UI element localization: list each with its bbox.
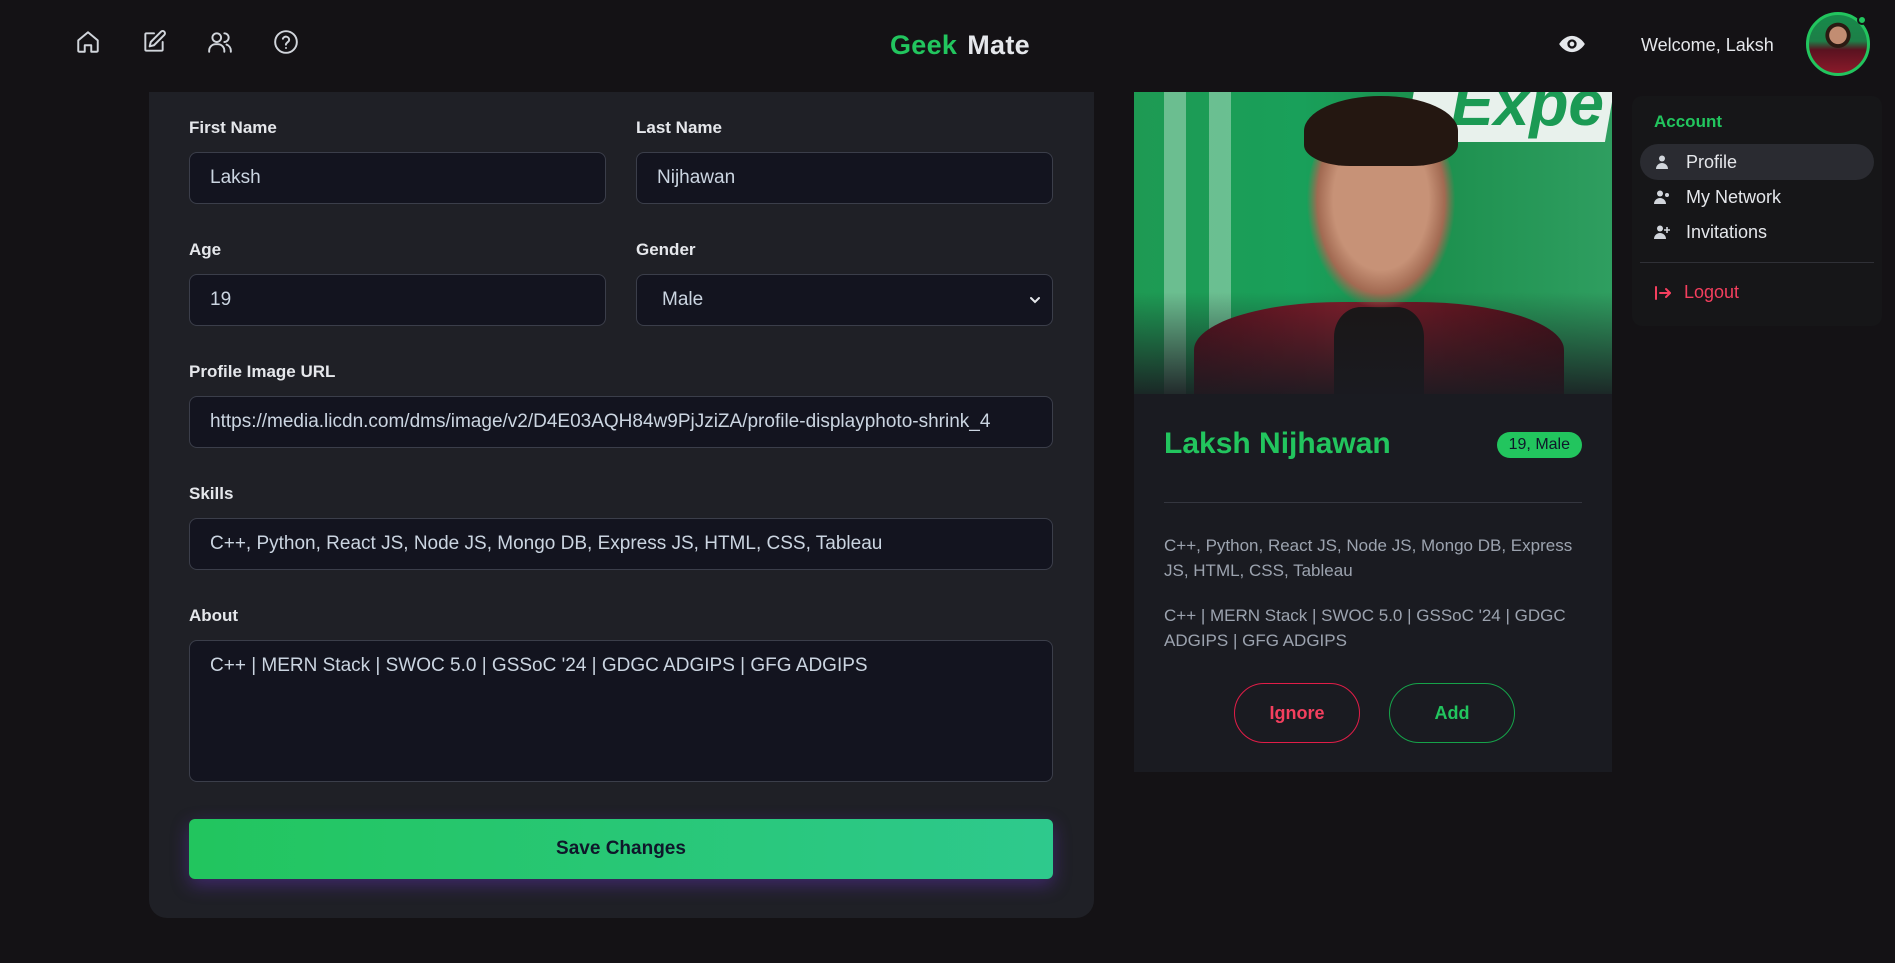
- dropdown-title: Account: [1654, 112, 1722, 131]
- last-name-input[interactable]: Nijhawan: [636, 152, 1053, 204]
- user-plus-icon: [1654, 225, 1670, 239]
- menu-item-profile[interactable]: Profile: [1640, 144, 1874, 180]
- age-label: Age: [189, 240, 222, 259]
- first-name-label: First Name: [189, 118, 277, 137]
- about-label: About: [189, 606, 239, 625]
- menu-item-label: Profile: [1686, 151, 1738, 172]
- skills-input[interactable]: C++, Python, React JS, Node JS, Mongo DB…: [189, 518, 1053, 570]
- profile-preview-card: Expe Laksh Nijhawan 19, Male C++, Python…: [1134, 92, 1612, 772]
- photo-gradient-fade: [1134, 292, 1612, 394]
- preview-about: C++ | MERN Stack | SWOC 5.0 | GSSoC '24 …: [1164, 606, 1566, 650]
- account-dropdown: Account Profile My Network Invitations L…: [1632, 96, 1882, 326]
- profile-image-url-input[interactable]: https://media.licdn.com/dms/image/v2/D4E…: [189, 396, 1053, 448]
- logout-label: Logout: [1684, 282, 1740, 302]
- gender-selected-value: Male: [662, 289, 704, 310]
- top-navbar: Geek Mate Welcome, Laksh: [0, 0, 1895, 92]
- edit-profile-form: First Name Laksh Last Name Nijhawan Age …: [149, 92, 1094, 918]
- gender-label: Gender: [636, 240, 696, 259]
- user-icon: [1656, 155, 1668, 169]
- ignore-button[interactable]: Ignore: [1234, 683, 1360, 743]
- gender-select[interactable]: Male: [636, 274, 1053, 326]
- add-button[interactable]: Add: [1389, 683, 1515, 743]
- help-icon[interactable]: [268, 24, 304, 60]
- profile-photo: Expe: [1134, 92, 1612, 394]
- edit-icon[interactable]: [136, 24, 172, 60]
- home-icon[interactable]: [70, 24, 106, 60]
- profile-image-url-label: Profile Image URL: [189, 362, 336, 381]
- brand-logo[interactable]: Geek Mate: [890, 30, 1030, 61]
- users-icon[interactable]: [202, 24, 238, 60]
- preview-skills: C++, Python, React JS, Node JS, Mongo DB…: [1164, 536, 1573, 580]
- menu-item-label: My Network: [1686, 186, 1782, 207]
- preview-divider: [1164, 502, 1582, 503]
- age-input[interactable]: 19: [189, 274, 606, 326]
- welcome-text: Welcome, Laksh: [1641, 35, 1774, 55]
- skills-label: Skills: [189, 484, 234, 503]
- brand-second-word: Mate: [967, 30, 1030, 60]
- eye-icon[interactable]: [1558, 33, 1586, 55]
- about-textarea[interactable]: C++ | MERN Stack | SWOC 5.0 | GSSoC '24 …: [189, 640, 1053, 782]
- photo-person-hair: [1304, 96, 1458, 166]
- menu-item-invitations[interactable]: Invitations: [1640, 214, 1874, 250]
- photo-banner-text: Expe: [1451, 92, 1604, 139]
- first-name-input[interactable]: Laksh: [189, 152, 606, 204]
- logout-icon: [1655, 285, 1671, 300]
- menu-item-my-network[interactable]: My Network: [1640, 179, 1874, 215]
- preview-name: Laksh Nijhawan: [1164, 427, 1391, 460]
- logout-button[interactable]: Logout: [1654, 282, 1739, 303]
- chevron-down-icon: [1030, 297, 1040, 304]
- online-status-dot: [1857, 15, 1867, 25]
- brand-first-word: Geek: [890, 30, 958, 60]
- user-network-icon: [1654, 190, 1669, 204]
- save-changes-button[interactable]: Save Changes: [189, 819, 1053, 879]
- nav-icon-group: [70, 24, 304, 60]
- last-name-label: Last Name: [636, 118, 722, 137]
- menu-item-label: Invitations: [1686, 221, 1768, 242]
- age-gender-badge: 19, Male: [1496, 432, 1582, 458]
- dropdown-divider: [1640, 262, 1874, 263]
